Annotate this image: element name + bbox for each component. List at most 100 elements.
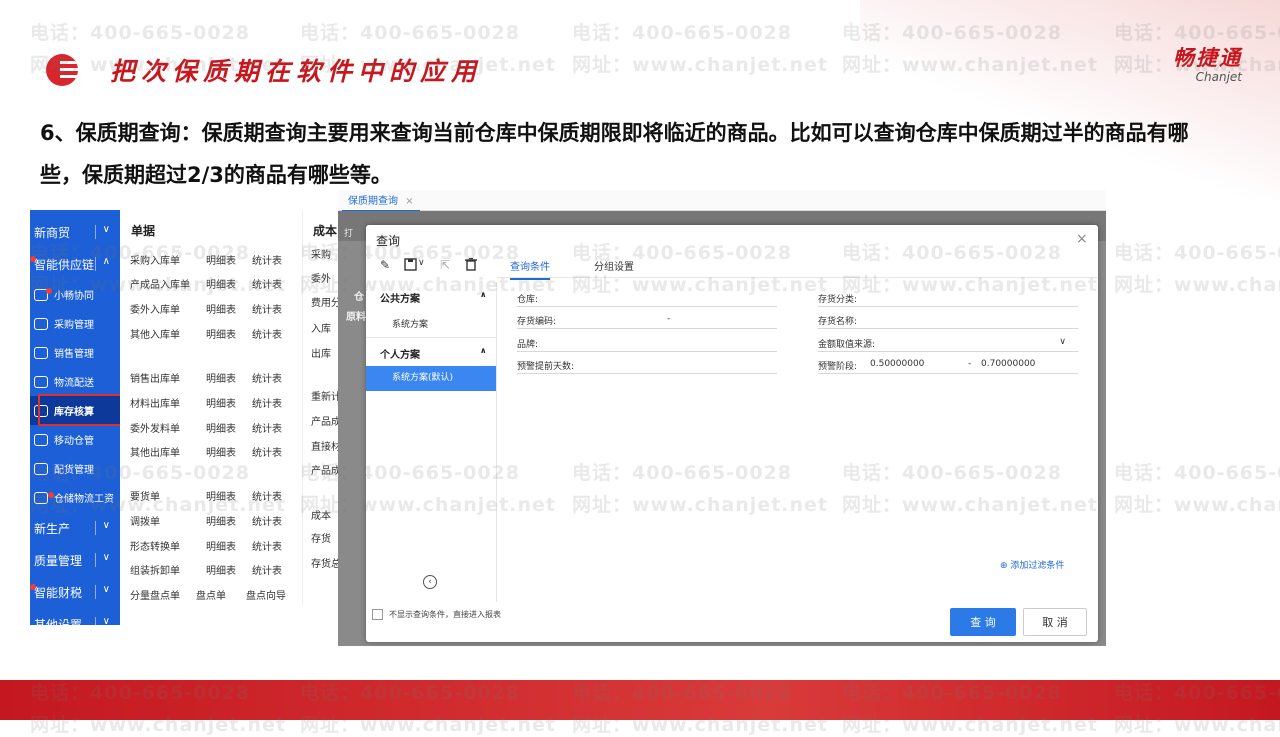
menu-item-report[interactable]: 统计表 — [252, 276, 282, 291]
menu-item-cost[interactable]: 采购 — [311, 246, 331, 261]
menu-item-report[interactable]: 明细表 — [206, 538, 236, 553]
nav-sub-label: 小畅协同 — [54, 291, 94, 302]
close-icon[interactable]: × — [1076, 231, 1088, 247]
menu-item-report[interactable]: 统计表 — [252, 420, 282, 435]
tab-shelf-life-query[interactable]: 保质期查询 × — [342, 192, 420, 212]
menu-item-report[interactable]: 统计表 — [252, 370, 282, 385]
stage-from-value: 0.50000000 — [870, 359, 925, 369]
menu-item-report[interactable]: 明细表 — [206, 276, 236, 291]
menu-item-cost[interactable]: 直接材 — [311, 438, 339, 453]
nav-sub-allocation[interactable]: 配货管理 — [30, 454, 120, 483]
skip-conditions-checkbox[interactable]: 不显示查询条件，直接进入报表 — [372, 609, 501, 620]
menu-item-report[interactable]: 统计表 — [252, 488, 282, 503]
menu-item-report[interactable]: 明细表 — [206, 370, 236, 385]
menu-item-document[interactable]: 其他出库单 — [130, 444, 180, 459]
menu-item-document[interactable]: 销售出库单 — [130, 370, 180, 385]
menu-item-document[interactable]: 分量盘点单 — [130, 587, 180, 602]
menu-item-report[interactable]: 明细表 — [206, 444, 236, 459]
nav-item-quality[interactable]: 质量管理 ∨ — [30, 544, 120, 576]
tab-divider — [497, 277, 1097, 278]
delete-icon[interactable] — [465, 257, 477, 274]
menu-item-report[interactable]: 统计表 — [252, 444, 282, 459]
menu-item-cost[interactable]: 产品成 — [311, 413, 339, 428]
tab-group-settings[interactable]: 分组设置 — [594, 258, 634, 278]
menu-item-document[interactable]: 委外发料单 — [130, 420, 180, 435]
menu-item-document[interactable]: 材料出库单 — [130, 395, 180, 410]
menu-item-cost[interactable]: 存货 — [311, 530, 331, 545]
menu-item-report[interactable]: 盘点向导 — [246, 587, 286, 602]
close-icon[interactable]: × — [405, 196, 413, 207]
nav-item-finance[interactable]: 智能财税 ∨ — [30, 576, 120, 608]
inventory-code-field[interactable]: 存货编码: - — [517, 314, 777, 329]
personal-scheme-item-default[interactable]: 系统方案(默认) — [366, 366, 496, 391]
brand-field[interactable]: 品牌: — [517, 337, 777, 352]
menu-item-document[interactable]: 其他入库单 — [130, 326, 180, 341]
nav-sub-delivery[interactable]: 物流配送 — [30, 367, 120, 396]
menu-item-cost[interactable]: 存货总 — [311, 555, 339, 570]
menu-item-report[interactable]: 明细表 — [206, 513, 236, 528]
chevron-up-icon[interactable]: ∧ — [480, 290, 487, 299]
nav-sub-purchase[interactable]: 采购管理 — [30, 309, 120, 338]
menu-item-report[interactable]: 明细表 — [206, 252, 236, 267]
nav-sub-sales[interactable]: 销售管理 — [30, 338, 120, 367]
add-filter-link[interactable]: ⊕ 添加过滤条件 — [1000, 558, 1064, 571]
menu-item-report[interactable]: 统计表 — [252, 395, 282, 410]
notification-dot — [46, 288, 52, 294]
watermark-site: 网址：www.chanjet.net — [1114, 494, 1280, 516]
share-icon[interactable]: ⇱ — [440, 258, 450, 272]
menu-item-cost[interactable]: 费用分 — [311, 294, 339, 309]
menu-item-document[interactable]: 产成品入库单 — [130, 276, 190, 291]
nav-item-other[interactable]: 其他设置 ∨ — [30, 608, 120, 625]
menu-item-document[interactable]: 委外入库单 — [130, 301, 180, 316]
menu-item-report[interactable]: 统计表 — [252, 301, 282, 316]
nav-sub-wage[interactable]: 仓储物流工资 — [30, 483, 120, 512]
menu-item-report[interactable]: 明细表 — [206, 301, 236, 316]
warning-days-field[interactable]: 预警提前天数: — [517, 359, 777, 374]
menu-item-report[interactable]: 统计表 — [252, 326, 282, 341]
amount-source-select[interactable]: 金额取值来源: ∨ — [818, 337, 1078, 352]
range-dash: - — [667, 314, 671, 324]
nav-sub-mobile[interactable]: 移动仓管 — [30, 425, 120, 454]
public-scheme-header[interactable]: 公共方案 — [380, 290, 420, 305]
chevron-down-icon[interactable]: ∨ — [418, 258, 425, 268]
menu-item-report[interactable]: 明细表 — [206, 488, 236, 503]
collapse-icon[interactable]: ‹ — [423, 575, 437, 589]
menu-item-cost[interactable]: 成本 — [311, 507, 331, 522]
menu-item-report[interactable]: 明细表 — [206, 562, 236, 577]
menu-item-report[interactable]: 统计表 — [252, 538, 282, 553]
menu-item-document[interactable]: 要货单 — [130, 488, 160, 503]
nav-item-production[interactable]: 新生产 ∨ — [30, 512, 120, 544]
query-button[interactable]: 查 询 — [950, 608, 1016, 636]
menu-item-cost[interactable]: 出库 — [311, 345, 331, 360]
highlight-box — [38, 394, 122, 426]
menu-item-report[interactable]: 统计表 — [252, 252, 282, 267]
nav-item-xinshangmao[interactable]: 新商贸 ∨ — [30, 216, 120, 248]
menu-item-cost[interactable]: 重新计 — [311, 388, 339, 403]
inventory-name-field[interactable]: 存货名称: — [818, 314, 1078, 329]
menu-item-document[interactable]: 采购入库单 — [130, 252, 180, 267]
cancel-button[interactable]: 取 消 — [1023, 608, 1087, 636]
nav-item-smart-supply[interactable]: 智能供应链 ∧ — [30, 248, 120, 280]
menu-item-report[interactable]: 统计表 — [252, 562, 282, 577]
menu-item-report[interactable]: 明细表 — [206, 395, 236, 410]
warehouse-field[interactable]: 仓库: — [517, 292, 777, 307]
menu-item-report[interactable]: 明细表 — [206, 420, 236, 435]
menu-item-report[interactable]: 盘点单 — [196, 587, 226, 602]
menu-item-cost[interactable]: 委外 — [311, 270, 331, 285]
personal-scheme-header[interactable]: 个人方案 — [380, 346, 420, 361]
menu-item-document[interactable]: 组装拆卸单 — [130, 562, 180, 577]
menu-item-report[interactable]: 统计表 — [252, 513, 282, 528]
checkbox-icon[interactable] — [372, 609, 383, 620]
menu-item-cost[interactable]: 入库 — [311, 320, 331, 335]
save-icon[interactable] — [404, 258, 418, 274]
public-scheme-item[interactable]: 系统方案 — [392, 317, 428, 330]
menu-item-report[interactable]: 明细表 — [206, 326, 236, 341]
menu-item-document[interactable]: 调拨单 — [130, 513, 160, 528]
menu-item-document[interactable]: 形态转换单 — [130, 538, 180, 553]
edit-icon[interactable]: ✎ — [380, 258, 390, 272]
menu-item-cost[interactable]: 产品成 — [311, 462, 339, 477]
chevron-up-icon[interactable]: ∧ — [480, 346, 487, 355]
warning-stage-field[interactable]: 预警阶段: 0.50000000 -0.70000000 — [818, 359, 1078, 374]
inventory-category-field[interactable]: 存货分类: — [818, 292, 1078, 307]
nav-sub-collab[interactable]: 小畅协同 — [30, 280, 120, 309]
